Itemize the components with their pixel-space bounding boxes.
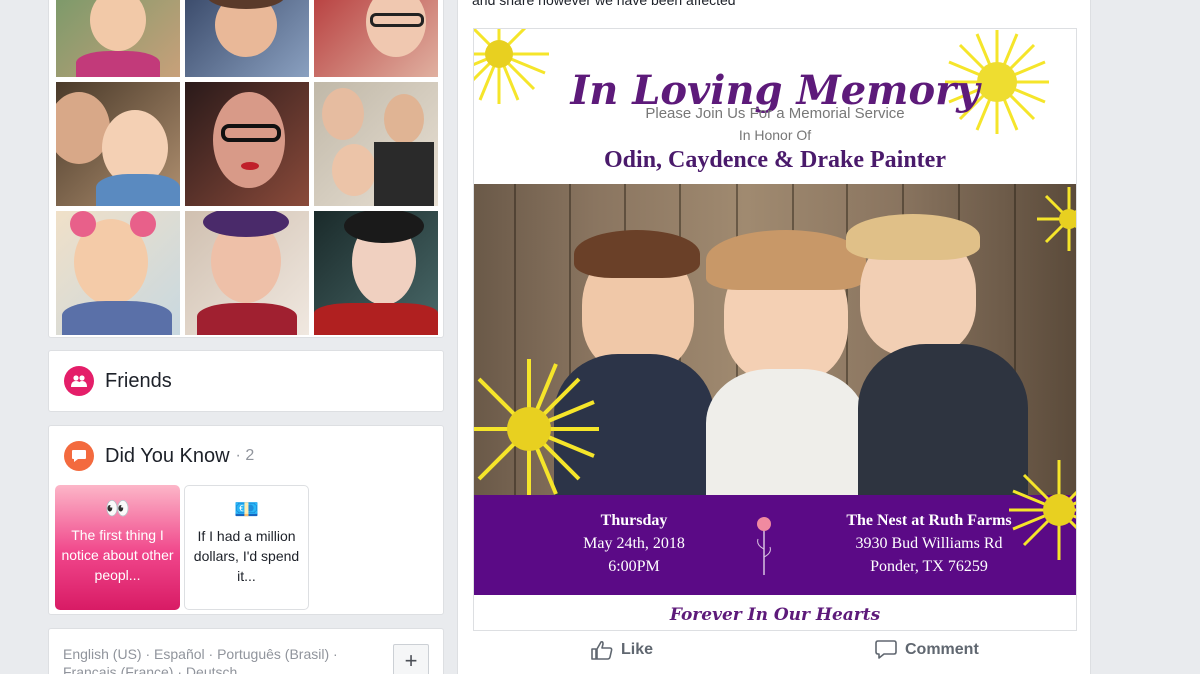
separator: · <box>173 664 186 674</box>
event-date: May 24th, 2018 <box>583 535 685 552</box>
photo-thumbnail[interactable] <box>56 0 180 77</box>
sunflower-icon <box>1009 460 1076 560</box>
comment-label: Comment <box>905 641 979 658</box>
speech-bubble-icon-glyph <box>72 450 86 462</box>
sunflower-icon <box>1037 187 1076 251</box>
separator: · <box>141 646 155 662</box>
thumbs-up-icon <box>591 640 613 660</box>
comment-icon <box>875 640 897 659</box>
photo-thumbnail[interactable] <box>314 211 438 335</box>
did-you-know-tile[interactable]: 👀 The first thing I notice about other p… <box>55 485 180 610</box>
photos-card <box>48 0 444 338</box>
sunflower-icon <box>474 359 599 499</box>
did-you-know-card: Did You Know · 2 👀 The first thing I not… <box>48 425 444 615</box>
speech-bubble-icon <box>64 441 94 471</box>
photo-thumbnail[interactable] <box>185 0 309 77</box>
flyer-footer: Forever In Our Hearts <box>669 605 881 625</box>
friends-card[interactable]: Friends <box>48 350 444 412</box>
photo-thumbnail[interactable] <box>56 211 180 335</box>
friends-title[interactable]: Friends <box>105 370 172 393</box>
event-details-band: Thursday May 24th, 2018 6:00PM The Nest … <box>474 460 1076 595</box>
did-you-know-header: Did You Know · 2 <box>64 441 254 471</box>
language-current: English (US) <box>63 646 142 662</box>
tile-text: The first thing I notice about other peo… <box>61 527 174 583</box>
flyer-subtitle: Please Join Us For a Memorial Service <box>645 105 905 122</box>
language-link[interactable]: Português (Brasil) <box>217 646 329 662</box>
memorial-flyer-image[interactable]: In Loving Memory Please Join Us For a Me… <box>473 28 1077 631</box>
like-button[interactable]: Like <box>591 640 653 660</box>
language-link[interactable]: Deutsch <box>186 664 237 674</box>
friends-icon <box>64 366 94 396</box>
photo-thumbnail[interactable] <box>56 82 180 206</box>
did-you-know-tile[interactable]: 💶 If I had a million dollars, I'd spend … <box>184 485 309 610</box>
language-link[interactable]: Español <box>154 646 205 662</box>
did-you-know-count: · 2 <box>235 447 255 464</box>
rose-icon <box>757 517 771 575</box>
children-photo <box>474 184 1076 504</box>
flyer-subtitle: In Honor Of <box>738 127 812 143</box>
event-date-block: Thursday May 24th, 2018 6:00PM <box>544 509 724 578</box>
language-list: English (US) · Español · Português (Bras… <box>63 645 363 674</box>
tile-text: If I had a million dollars, I'd spend it… <box>193 528 300 584</box>
separator: · <box>204 646 218 662</box>
event-day: Thursday <box>600 512 668 529</box>
photo-grid <box>56 0 438 335</box>
add-language-button[interactable]: + <box>393 644 429 674</box>
flyer-names: Odin, Caydence & Drake Painter <box>604 147 946 173</box>
money-icon: 💶 <box>234 499 259 521</box>
photo-thumbnail[interactable] <box>314 82 438 206</box>
did-you-know-title[interactable]: Did You Know <box>105 445 230 468</box>
language-link[interactable]: Français (France) <box>63 664 173 674</box>
like-label: Like <box>621 641 654 658</box>
separator: · <box>329 646 338 662</box>
eyes-icon: 👀 <box>105 498 130 520</box>
post-actions: Like Comment <box>473 640 1077 670</box>
photo-thumbnail[interactable] <box>185 82 309 206</box>
post-text: and share however we have been affected <box>472 0 736 8</box>
comment-button[interactable]: Comment <box>875 640 979 660</box>
photo-thumbnail[interactable] <box>314 0 438 77</box>
event-time: 6:00PM <box>608 558 660 575</box>
friends-icon-glyph <box>71 375 87 387</box>
photo-thumbnail[interactable] <box>185 211 309 335</box>
language-card: English (US) · Español · Português (Bras… <box>48 628 444 674</box>
